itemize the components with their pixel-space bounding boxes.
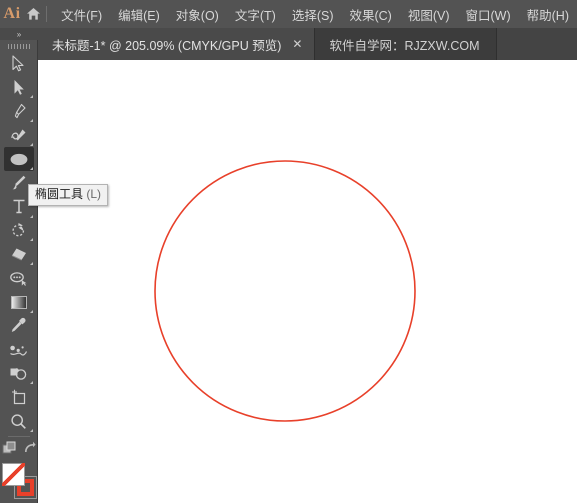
menu-help[interactable]: 帮助(H) <box>519 0 577 28</box>
ellipse-tool[interactable] <box>3 147 34 171</box>
flyout-indicator-icon <box>29 381 33 385</box>
screen-mode-icon[interactable] <box>2 441 17 460</box>
artwork-svg <box>154 160 416 422</box>
artboard-tool[interactable] <box>4 385 34 409</box>
menu-select[interactable]: 选择(S) <box>284 0 342 28</box>
document-tab-bar: 未标题-1* @ 205.09% (CMYK/GPU 预览) ✕ 软件自学网：R… <box>0 28 577 60</box>
flyout-indicator-icon <box>29 214 33 218</box>
selection-tool[interactable] <box>4 52 34 76</box>
close-icon[interactable]: ✕ <box>289 37 305 51</box>
toolbar-bottom-section <box>0 433 38 503</box>
document-tab-label: 未标题-1* @ 205.09% (CMYK/GPU 预览) <box>52 38 282 53</box>
panel-drag-handle[interactable] <box>0 40 38 51</box>
flyout-indicator-icon <box>29 309 33 313</box>
flyout-indicator-icon <box>29 238 33 242</box>
menu-view[interactable]: 视图(V) <box>400 0 458 28</box>
fill-stroke-swatches <box>1 463 37 500</box>
flyout-indicator-icon <box>29 119 33 123</box>
blend-tool[interactable] <box>4 338 34 362</box>
document-tab-label-secondary: 软件自学网：RJZXW.COM <box>329 38 480 53</box>
flyout-indicator-icon <box>29 429 33 433</box>
flyout-indicator-icon <box>29 95 33 99</box>
menu-file[interactable]: 文件(F) <box>53 0 110 28</box>
menu-type[interactable]: 文字(T) <box>227 0 284 28</box>
eyedropper-tool[interactable] <box>4 314 34 338</box>
flyout-indicator-icon <box>29 143 33 147</box>
fill-swatch[interactable] <box>1 463 25 487</box>
home-icon[interactable] <box>24 0 42 28</box>
menu-bar: Ai 文件(F) 编辑(E) 对象(O) 文字(T) 选择(S) 效果(C) 视… <box>0 0 577 28</box>
toolbar-mode-row <box>0 440 38 460</box>
document-tab-secondary[interactable]: 软件自学网：RJZXW.COM <box>315 28 498 60</box>
document-tab-active[interactable]: 未标题-1* @ 205.09% (CMYK/GPU 预览) ✕ <box>38 28 316 60</box>
curvature-tool[interactable] <box>4 123 34 147</box>
collapse-panel-icon[interactable]: » <box>0 28 38 41</box>
menu-window[interactable]: 窗口(W) <box>458 0 519 28</box>
app-logo: Ai <box>3 5 21 22</box>
ellipse-shape[interactable] <box>154 160 416 422</box>
direct-selection-tool[interactable] <box>4 76 34 100</box>
menu-object[interactable]: 对象(O) <box>168 0 227 28</box>
eraser-tool[interactable] <box>4 242 34 266</box>
tools-panel: » <box>0 28 38 503</box>
gradient-tool[interactable] <box>4 290 34 314</box>
tooltip-shortcut: (L) <box>86 187 102 201</box>
artboard-canvas[interactable] <box>38 60 577 503</box>
menu-edit[interactable]: 编辑(E) <box>110 0 168 28</box>
pen-tool[interactable] <box>4 99 34 123</box>
menu-divider <box>46 6 48 22</box>
lasso-tool[interactable] <box>4 266 34 290</box>
menu-effect[interactable]: 效果(C) <box>341 0 399 28</box>
flyout-indicator-icon <box>29 166 33 170</box>
tooltip-label: 椭圆工具 <box>35 187 84 201</box>
swap-arrow-icon[interactable] <box>22 441 36 459</box>
zoom-tool[interactable] <box>4 409 34 433</box>
shape-builder-tool[interactable] <box>4 362 34 386</box>
illustrator-window: Ai 文件(F) 编辑(E) 对象(O) 文字(T) 选择(S) 效果(C) 视… <box>0 0 577 503</box>
rotate-tool[interactable] <box>4 219 34 243</box>
tool-tooltip: 椭圆工具 (L) <box>28 184 109 206</box>
toolbar-divider <box>7 436 30 438</box>
none-slash-icon <box>1 463 25 487</box>
menu-item-list: 文件(F) 编辑(E) 对象(O) 文字(T) 选择(S) 效果(C) 视图(V… <box>53 0 577 28</box>
flyout-indicator-icon <box>29 262 33 266</box>
